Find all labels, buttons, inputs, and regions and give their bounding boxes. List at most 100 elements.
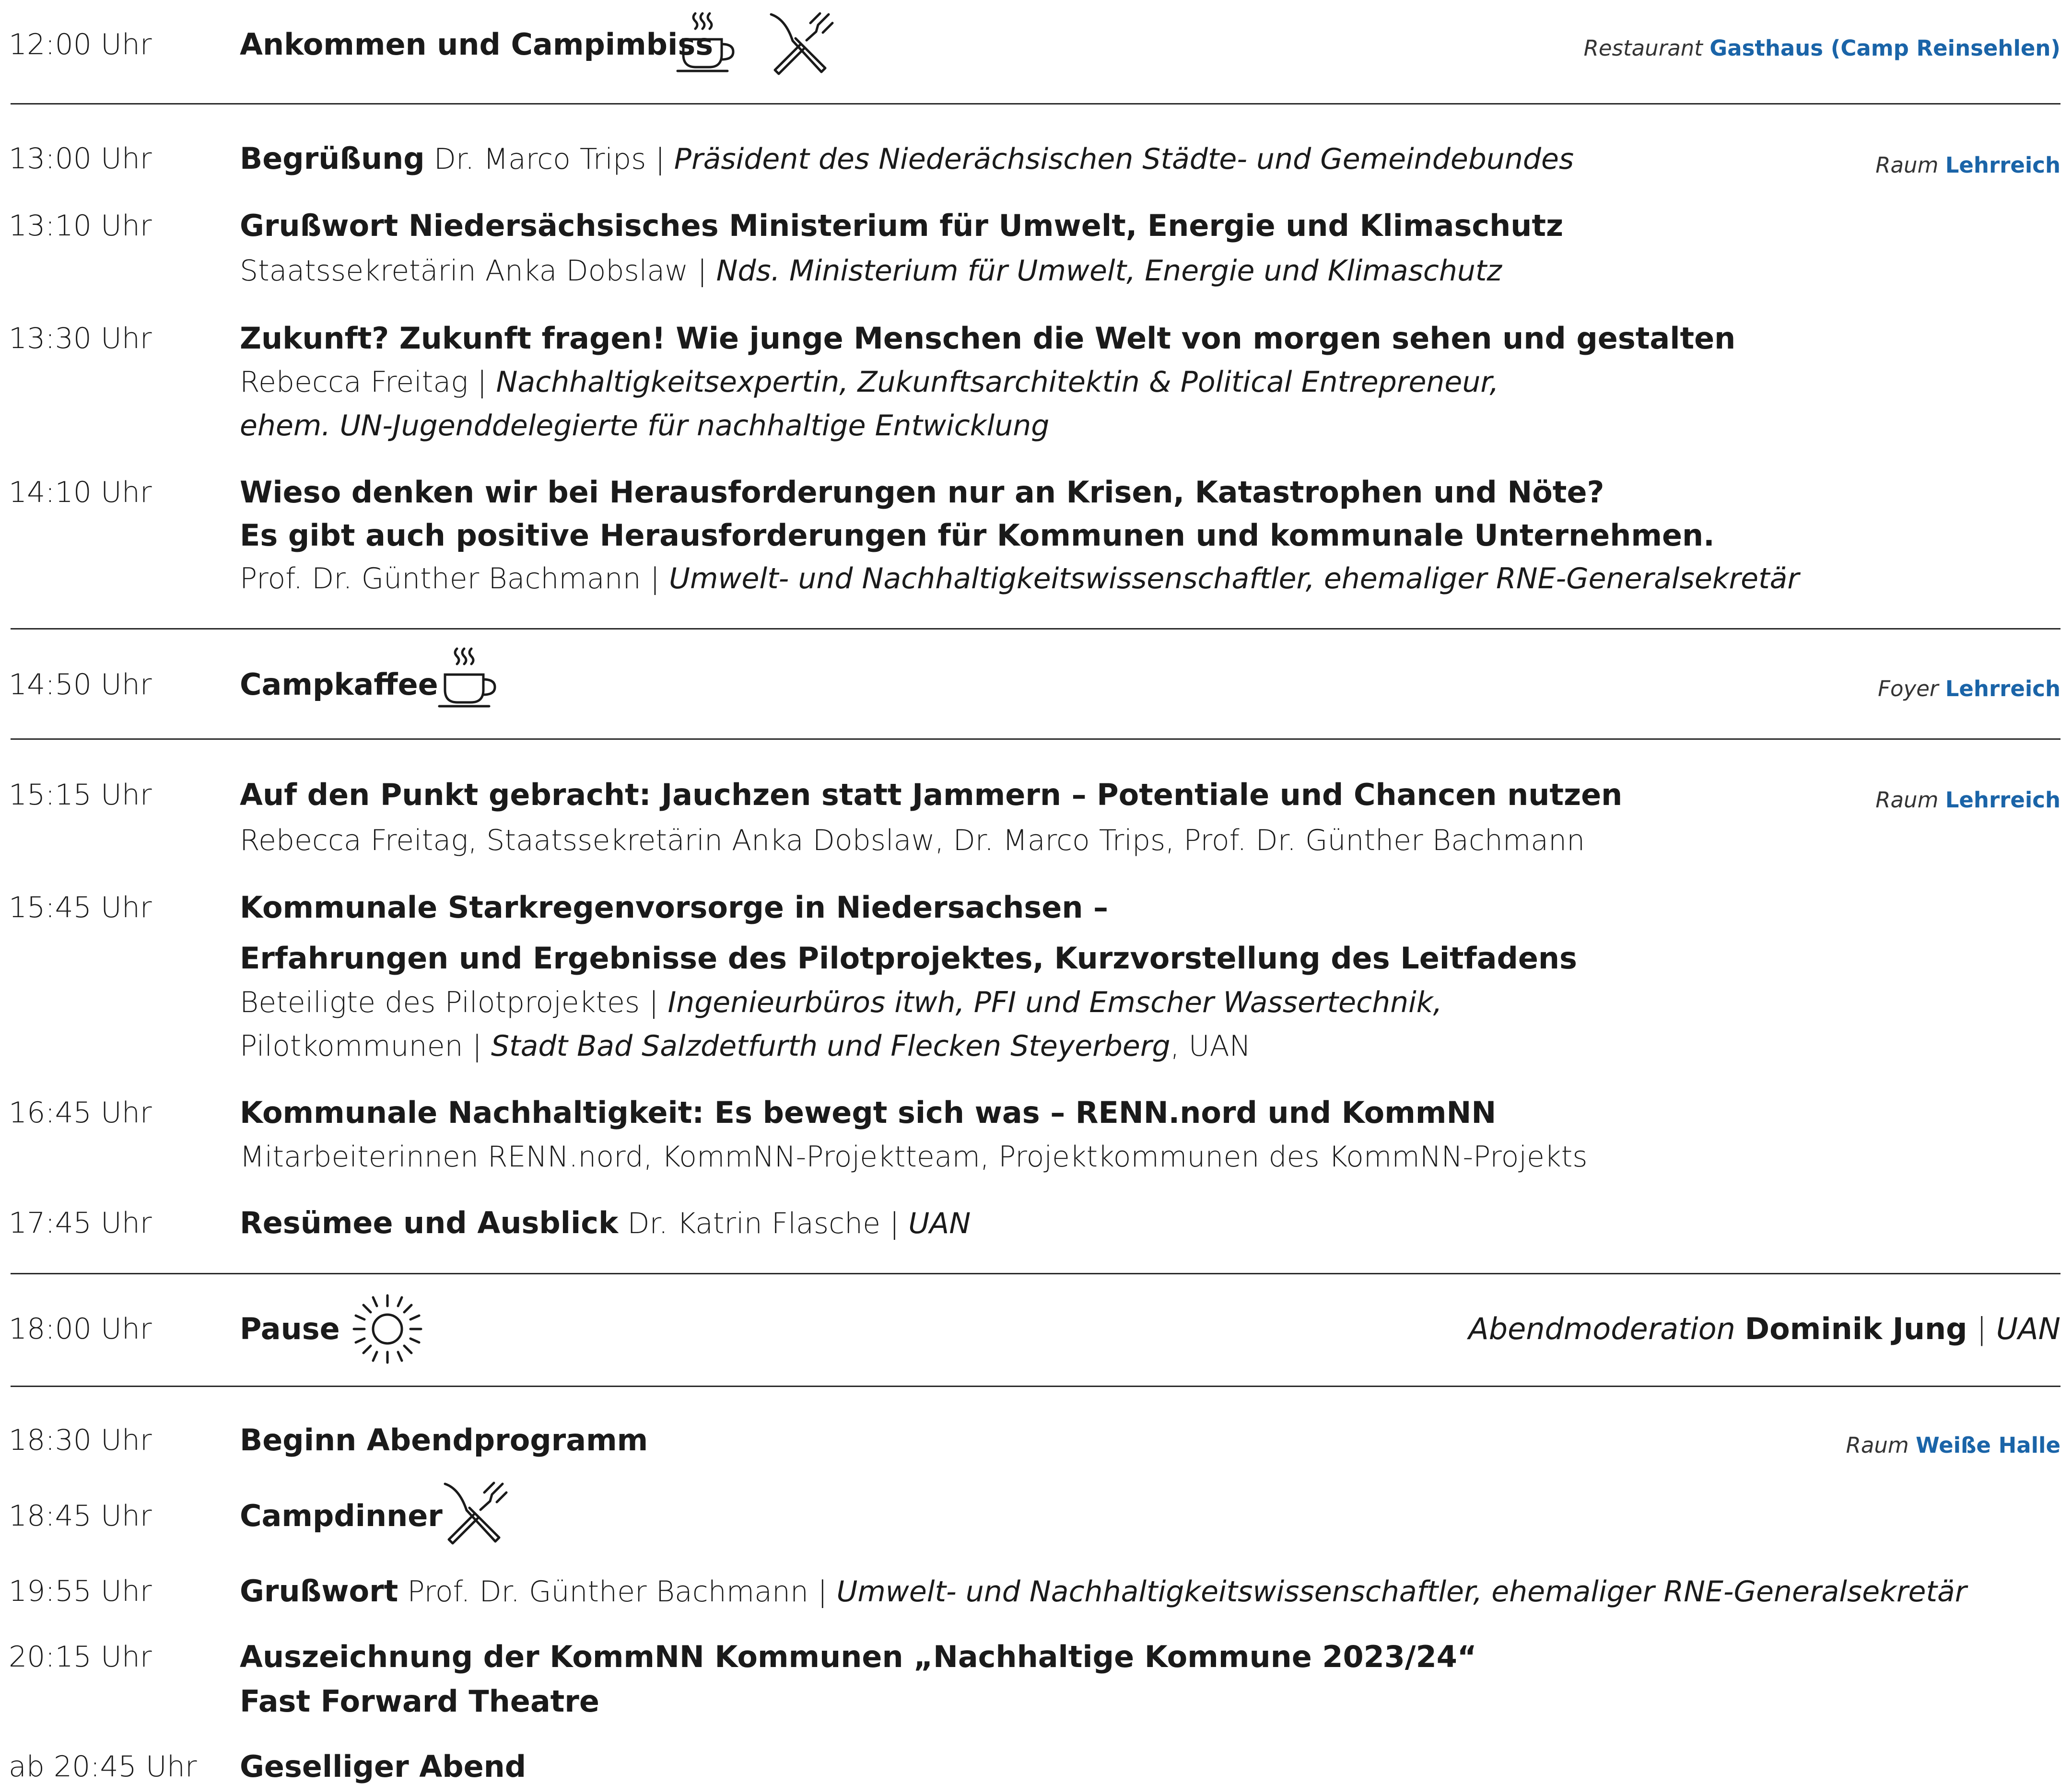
speaker-extra: , UAN — [1170, 1029, 1251, 1063]
speaker-role: Ingenieurbüros itwh, PFI und Emscher Was… — [667, 986, 1442, 1019]
moderator-name: Dominik Jung — [1744, 1311, 1967, 1346]
moderation-label: Abendmoderation — [1468, 1311, 1735, 1346]
cutlery-icon — [440, 1479, 510, 1546]
location-place: Weiße Halle — [1916, 1433, 2060, 1458]
location-label: Raum — [1875, 787, 1939, 813]
speaker-role: UAN — [908, 1207, 971, 1240]
session-line: Begrüßung Dr. Marco Trips | Präsident de… — [240, 141, 1574, 176]
session-title: Auszeichnung der KommNN Kommunen „Nachha… — [240, 1639, 1477, 1674]
evening-moderation: Abendmoderation Dominik Jung | UAN — [1468, 1311, 2060, 1346]
speaker-line: Mitarbeiterinnen RENN.nord, KommNN-Proje… — [240, 1140, 1588, 1174]
coffee-cup-icon — [435, 645, 498, 712]
speaker-line: Beteiligte des Pilotprojektes | Ingenieu… — [240, 986, 1442, 1019]
time-label: 14:50 Uhr — [9, 668, 152, 701]
speaker: Rebecca Freitag — [240, 365, 468, 399]
session-title: Wieso denken wir bei Herausforderungen n… — [240, 475, 1604, 510]
time-label: 13:00 Uhr — [9, 142, 152, 175]
separator: | — [808, 1575, 837, 1609]
divider — [11, 1386, 2060, 1387]
time-label: 16:45 Uhr — [9, 1096, 152, 1130]
speaker-line: Prof. Dr. Günther Bachmann | Umwelt- und… — [240, 562, 1799, 595]
separator: | — [880, 1207, 909, 1240]
location-place: Lehrreich — [1945, 152, 2060, 178]
time-label: ab 20:45 Uhr — [9, 1750, 197, 1784]
speaker-role: Umwelt- und Nachhaltigkeitswissenschaftl… — [836, 1575, 1967, 1609]
time-label: 15:45 Uhr — [9, 891, 152, 924]
session-line: Resümee und Ausblick Dr. Katrin Flasche … — [240, 1205, 971, 1240]
location: Raum Lehrreich — [1875, 787, 2060, 813]
location-label: Restaurant — [1583, 35, 1703, 61]
time-label: 13:30 Uhr — [9, 322, 152, 355]
session-title: Es gibt auch positive Herausforderungen … — [240, 518, 1715, 553]
session-title: Beginn Abendprogramm — [240, 1423, 648, 1458]
session-title: Campkaffee — [240, 667, 438, 702]
session-title: Campdinner — [240, 1498, 443, 1533]
location-place: Lehrreich — [1945, 787, 2060, 813]
session-title: Fast Forward Theatre — [240, 1684, 599, 1719]
location: Raum Weiße Halle — [1846, 1433, 2060, 1458]
session-title: Geselliger Abend — [240, 1749, 527, 1784]
speaker-line: Rebecca Freitag, Staatssekretärin Anka D… — [240, 824, 1585, 857]
location-label: Foyer — [1878, 676, 1939, 701]
time-label: 12:00 Uhr — [9, 28, 152, 61]
session-title: Pause — [240, 1311, 340, 1346]
time-label: 14:10 Uhr — [9, 476, 152, 509]
speaker: Dr. Marco Trips — [433, 142, 646, 176]
speaker: Prof. Dr. Günther Bachmann — [240, 562, 641, 595]
speaker-role: Stadt Bad Salzdetfurth und Flecken Steye… — [491, 1029, 1171, 1063]
time-label: 20:15 Uhr — [9, 1640, 152, 1674]
session-title: Auf den Punkt gebracht: Jauchzen statt J… — [240, 777, 1623, 812]
session-title: Begrüßung — [240, 141, 425, 176]
session-title: Ankommen und Campimbiss — [240, 27, 714, 62]
separator: | — [646, 142, 674, 176]
speaker-line: Pilotkommunen | Stadt Bad Salzdetfurth u… — [240, 1029, 1251, 1063]
time-label: 18:00 Uhr — [9, 1312, 152, 1346]
speaker: Pilotkommunen — [240, 1029, 463, 1063]
divider — [11, 628, 2060, 630]
time-label: 17:45 Uhr — [9, 1206, 152, 1240]
session-title: Grußwort — [240, 1574, 398, 1609]
time-label: 15:15 Uhr — [9, 778, 152, 812]
session-title: Zukunft? Zukunft fragen! Wie junge Mensc… — [240, 321, 1736, 356]
separator: | — [640, 986, 668, 1019]
speaker: Prof. Dr. Günther Bachmann — [407, 1575, 809, 1609]
speaker-role: Präsident des Niederächsischen Städte- u… — [674, 142, 1574, 176]
speaker-role: Nds. Ministerium für Umwelt, Energie und… — [716, 254, 1502, 288]
separator: | — [688, 254, 716, 288]
location-label: Raum — [1875, 152, 1939, 178]
moderator-org: UAN — [1996, 1311, 2060, 1346]
location-place: Lehrreich — [1945, 676, 2060, 701]
session-title: Kommunale Nachhaltigkeit: Es bewegt sich… — [240, 1095, 1497, 1130]
location-place: Gasthaus (Camp Reinsehlen) — [1709, 35, 2060, 61]
time-label: 19:55 Uhr — [9, 1574, 152, 1608]
separator: | — [468, 365, 496, 399]
divider — [11, 103, 2060, 105]
coffee-cup-icon — [674, 10, 736, 77]
location: Foyer Lehrreich — [1878, 676, 2060, 701]
session-title: Grußwort Niedersächsisches Ministerium f… — [240, 208, 1564, 243]
location: Restaurant Gasthaus (Camp Reinsehlen) — [1584, 35, 2060, 61]
time-label: 13:10 Uhr — [9, 209, 152, 243]
speaker-role: Nachhaltigkeitsexpertin, Zukunftsarchite… — [496, 365, 1499, 399]
session-title: Erfahrungen und Ergebnisse des Pilotproj… — [240, 941, 1577, 976]
separator: | — [1967, 1311, 1996, 1346]
speaker-line: Staatssekretärin Anka Dobslaw | Nds. Min… — [240, 254, 1502, 288]
time-label: 18:30 Uhr — [9, 1423, 152, 1457]
location-label: Raum — [1846, 1433, 1909, 1458]
speaker-line: Rebecca Freitag | Nachhaltigkeitsexperti… — [240, 365, 1499, 399]
session-title: Resümee und Ausblick — [240, 1205, 619, 1240]
session-title: Kommunale Starkregenvorsorge in Niedersa… — [240, 890, 1109, 925]
location: Raum Lehrreich — [1875, 152, 2060, 178]
speaker: Beteiligte des Pilotprojektes — [240, 986, 640, 1019]
session-line: Grußwort Prof. Dr. Günther Bachmann | Um… — [240, 1574, 1967, 1609]
speaker: Staatssekretärin Anka Dobslaw — [240, 254, 689, 288]
time-label: 18:45 Uhr — [9, 1499, 152, 1533]
divider — [11, 738, 2060, 740]
speaker-role: Umwelt- und Nachhaltigkeitswissenschaftl… — [669, 562, 1800, 595]
speaker-role: ehem. UN-Jugenddelegierte für nachhaltig… — [240, 409, 1050, 443]
speaker: Dr. Katrin Flasche — [627, 1207, 881, 1240]
sun-icon — [349, 1291, 426, 1367]
divider — [11, 1273, 2060, 1274]
separator: | — [463, 1029, 492, 1063]
separator: | — [641, 562, 669, 595]
